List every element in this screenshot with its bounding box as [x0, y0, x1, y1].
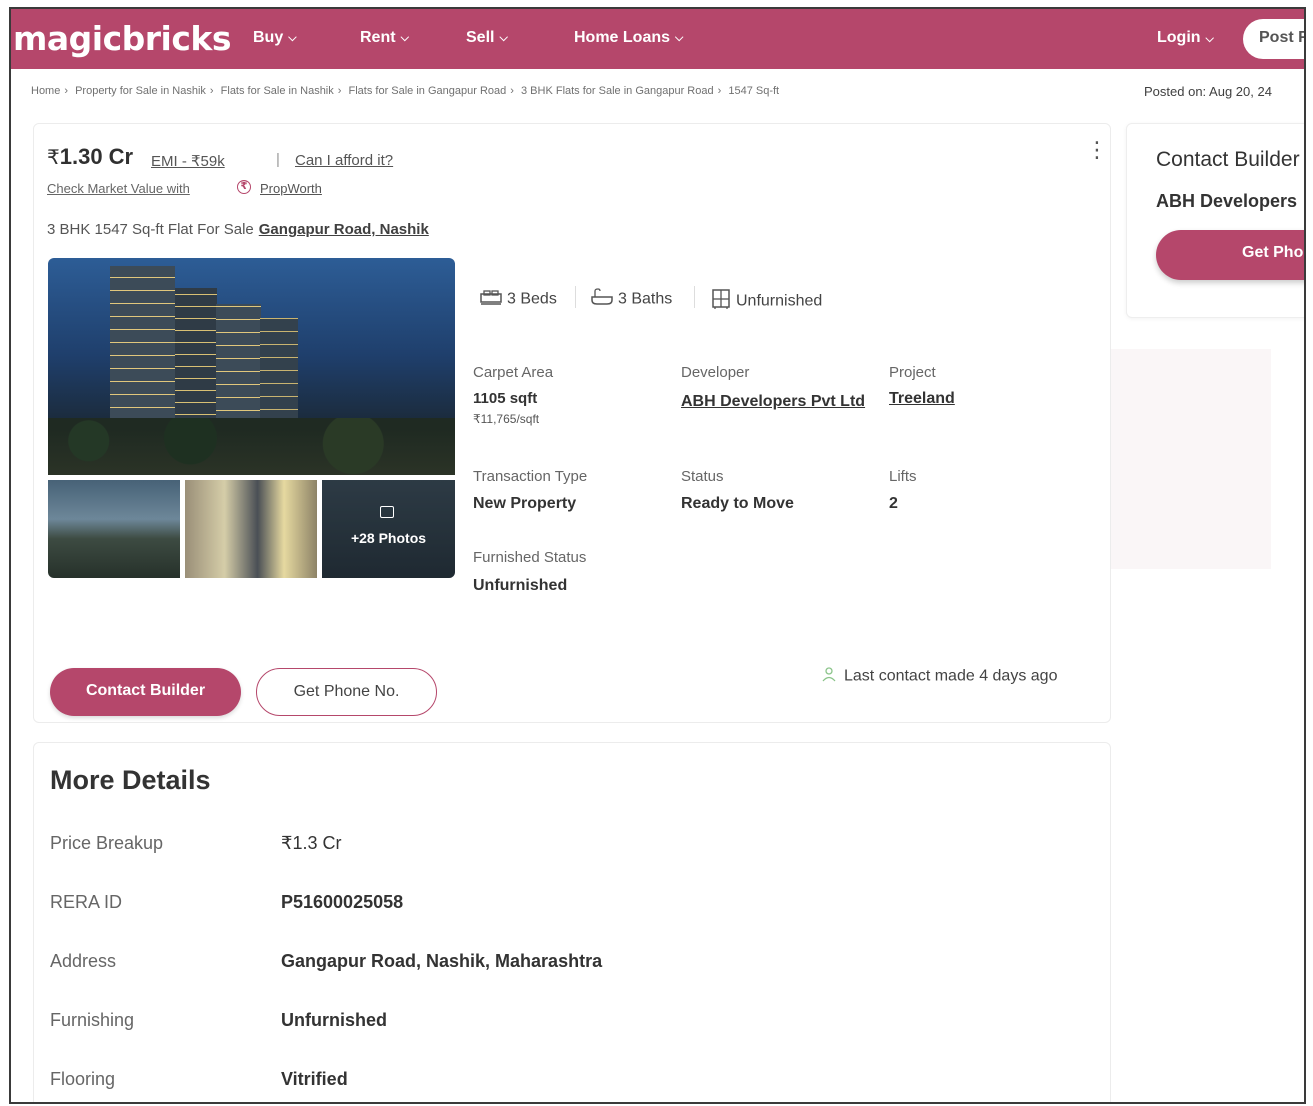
contact-builder-card: Contact Builder ABH Developers Get Phone…: [1126, 123, 1304, 318]
last-contact-text: Last contact made 4 days ago: [844, 667, 1058, 685]
status-label: Status: [681, 468, 724, 485]
transaction-type-value: New Property: [473, 495, 577, 512]
flooring-label: Flooring: [50, 1069, 116, 1089]
price-value: 1.30 Cr: [59, 144, 134, 169]
listing-title-text: 3 BHK 1547 Sq-ft Flat For Sale: [47, 221, 254, 238]
breadcrumb: Home › Property for Sale in Nashik › Flats…: [31, 85, 780, 97]
status-value: Ready to Move: [681, 495, 794, 512]
wardrobe-icon: [710, 288, 732, 315]
gallery-icon: [380, 506, 394, 518]
browser-frame: magicbricks Buy ⌵ Rent ⌵ Sell ⌵ Home Loans ⌵…: [9, 7, 1306, 1104]
furnished-status-label: Furnished Status: [473, 549, 587, 566]
contact-card-title: Contact Builder: [1156, 148, 1300, 171]
thumbnail-overlay: [322, 480, 455, 578]
divider: [575, 286, 576, 308]
listing-location-link[interactable]: Gangapur Road, Nashik: [259, 221, 429, 238]
chevron-down-icon: ⌵: [499, 32, 508, 44]
nav-rent-label: Rent: [360, 29, 396, 46]
breadcrumb-flats-nashik[interactable]: Flats for Sale in Nashik: [221, 85, 334, 97]
last-contact-info: Last contact made 4 days ago: [822, 666, 1057, 687]
contact-builder-button[interactable]: Contact Builder: [50, 668, 241, 716]
photo-thumbnail[interactable]: [185, 480, 317, 578]
divider: [694, 286, 695, 308]
trees-illustration: [48, 418, 455, 475]
propworth-icon: ₹: [237, 180, 251, 194]
listing-title: 3 BHK 1547 Sq-ft Flat For Sale Gangapur R…: [47, 221, 429, 238]
listing-price: ₹1.30 Cr: [47, 144, 133, 170]
carpet-area-value: 1105 sqft: [473, 390, 538, 407]
more-photos-label: +28 Photos: [350, 530, 427, 546]
market-value-link[interactable]: Check Market Value with: [47, 181, 190, 196]
bed-icon: [479, 288, 503, 311]
developer-link[interactable]: ABH Developers Pvt Ltd: [681, 390, 871, 414]
bath-icon: [590, 288, 614, 311]
carpet-area-rate: ₹11,765/sqft: [473, 412, 540, 426]
furnishing-value: Unfurnished: [281, 1010, 387, 1030]
nav-sell[interactable]: Sell ⌵: [466, 29, 508, 47]
login-menu[interactable]: Login ⌵: [1157, 29, 1214, 47]
baths-info: 3 Baths: [590, 288, 672, 311]
photo-thumbnail[interactable]: [48, 480, 180, 578]
nav-home-loans[interactable]: Home Loans ⌵: [574, 29, 683, 47]
lifts-value: 2: [889, 495, 898, 512]
lifts-label: Lifts: [889, 468, 917, 485]
posted-date: Posted on: Aug 20, 24: [1144, 84, 1272, 99]
address-value: Gangapur Road, Nashik, Maharashtra: [281, 951, 603, 971]
nav-buy[interactable]: Buy ⌵: [253, 29, 297, 47]
site-logo[interactable]: magicbricks: [13, 19, 232, 58]
breadcrumb-home[interactable]: Home: [31, 85, 60, 97]
nav-buy-label: Buy: [253, 29, 284, 46]
furnishing-label: Furnishing: [50, 1010, 135, 1030]
person-icon: [822, 666, 836, 687]
flooring-value: Vitrified: [281, 1069, 348, 1089]
carpet-area-label: Carpet Area: [473, 364, 554, 381]
project-link[interactable]: Treeland: [889, 390, 955, 408]
project-label: Project: [889, 364, 936, 381]
furnished-status-value: Unfurnished: [473, 577, 568, 594]
furnishing-label: Unfurnished: [736, 292, 823, 310]
emi-link[interactable]: EMI - ₹59k: [151, 152, 225, 170]
beds-info: 3 Beds: [479, 288, 557, 311]
breadcrumb-property-sale-nashik[interactable]: Property for Sale in Nashik: [75, 85, 206, 97]
beds-label: 3 Beds: [507, 290, 557, 308]
rera-id-value: P51600025058: [281, 892, 404, 912]
breadcrumb-current: 1547 Sq-ft: [728, 85, 780, 97]
listing-card: ₹1.30 Cr EMI - ₹59k | Can I afford it? C…: [33, 123, 1111, 723]
baths-label: 3 Baths: [618, 290, 673, 308]
chevron-down-icon: ⌵: [400, 32, 409, 44]
post-property-button[interactable]: Post F: [1243, 19, 1304, 59]
background-ghost: [1111, 349, 1271, 569]
more-photos-thumbnail[interactable]: +28 Photos: [322, 480, 455, 578]
breadcrumb-flats-gangapur[interactable]: Flats for Sale in Gangapur Road: [349, 85, 507, 97]
more-options-icon[interactable]: ⋮: [1086, 139, 1108, 172]
price-breakup-label: Price Breakup: [50, 833, 164, 853]
price-breakup-value: ₹1.3 Cr: [281, 833, 342, 853]
transaction-type-label: Transaction Type: [473, 468, 588, 485]
more-details-heading: More Details: [50, 765, 211, 795]
contact-card-phone-button[interactable]: Get Phone No.: [1156, 230, 1304, 280]
rera-id-label: RERA ID: [50, 892, 123, 912]
chevron-down-icon: ⌵: [675, 32, 684, 44]
main-photo[interactable]: [48, 258, 455, 475]
breadcrumb-3bhk-gangapur[interactable]: 3 BHK Flats for Sale in Gangapur Road: [521, 85, 714, 97]
address-label: Address: [50, 951, 117, 971]
contact-card-developer: ABH Developers: [1156, 191, 1298, 211]
top-navbar: magicbricks Buy ⌵ Rent ⌵ Sell ⌵ Home Loans ⌵…: [11, 9, 1304, 69]
nav-sell-label: Sell: [466, 29, 495, 46]
get-phone-button[interactable]: Get Phone No.: [256, 668, 437, 716]
login-label: Login: [1157, 29, 1201, 46]
furnishing-info: Unfurnished: [710, 288, 822, 315]
chevron-down-icon: ⌵: [1205, 33, 1214, 45]
chevron-down-icon: ⌵: [288, 32, 297, 44]
divider: |: [276, 151, 280, 168]
currency-symbol: ₹: [47, 147, 60, 169]
more-details-section: More Details Price Breakup ₹1.3 Cr RERA …: [33, 742, 1111, 1102]
nav-rent[interactable]: Rent ⌵: [360, 29, 409, 47]
afford-link[interactable]: Can I afford it?: [295, 152, 393, 169]
nav-home-loans-label: Home Loans: [574, 29, 671, 46]
propworth-link[interactable]: PropWorth: [260, 181, 322, 196]
developer-label: Developer: [681, 364, 750, 381]
